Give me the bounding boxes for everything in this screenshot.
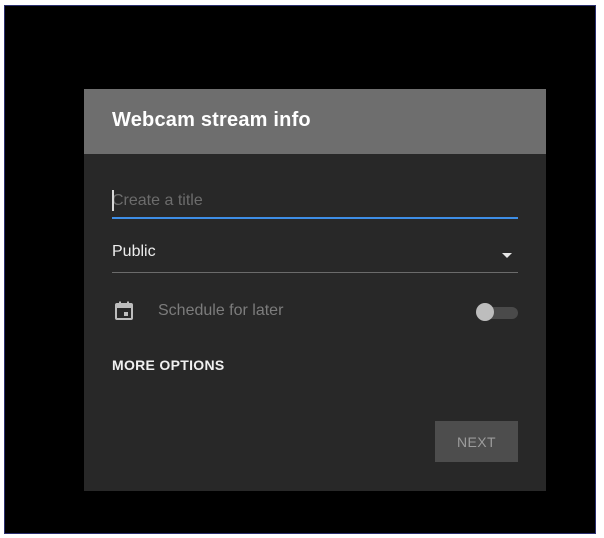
more-options-button[interactable]: MORE OPTIONS (112, 357, 225, 373)
title-input[interactable] (112, 187, 518, 215)
schedule-for-later-label: Schedule for later (158, 302, 284, 319)
dropdown-arrow-icon[interactable] (502, 253, 512, 258)
visibility-select[interactable]: Public (112, 239, 518, 273)
calendar-icon (115, 301, 133, 320)
schedule-row: Schedule for later (112, 297, 518, 327)
title-field[interactable] (112, 187, 518, 219)
dialog-header: Webcam stream info (84, 89, 546, 154)
text-caret (112, 190, 114, 211)
schedule-toggle[interactable] (476, 303, 518, 321)
webcam-stream-info-dialog: Webcam stream info Public Schedule for l… (84, 89, 546, 491)
screen-backdrop: Webcam stream info Public Schedule for l… (4, 5, 596, 534)
visibility-selected-value: Public (112, 243, 156, 260)
dialog-title: Webcam stream info (112, 109, 311, 131)
toggle-thumb[interactable] (476, 303, 494, 321)
next-button[interactable]: NEXT (435, 421, 518, 462)
